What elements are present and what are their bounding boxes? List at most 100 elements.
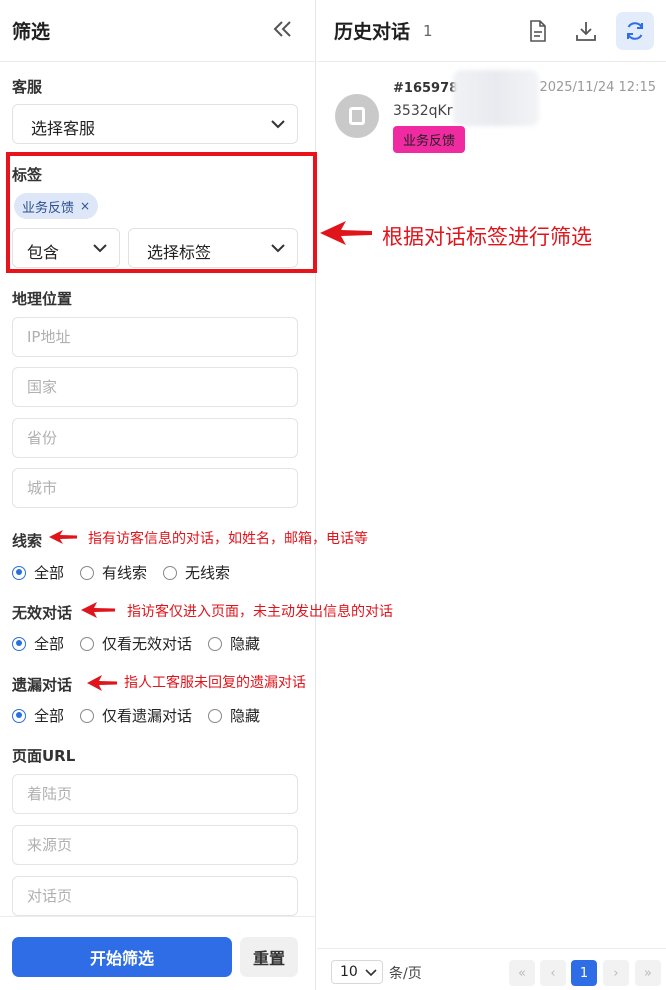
download-button[interactable] xyxy=(567,12,605,50)
filter-title: 筛选 xyxy=(12,21,51,43)
annotation-missed: 指人工客服未回复的遗漏对话 xyxy=(124,675,306,691)
export-document-button[interactable] xyxy=(519,12,557,50)
annotation-arrow-icon xyxy=(49,530,77,544)
missed-radio-all[interactable]: 全部 xyxy=(12,705,64,726)
invalid-radio-hide[interactable]: 隐藏 xyxy=(208,633,260,654)
annotation-leads: 指有访客信息的对话，如姓名，邮箱，电话等 xyxy=(88,531,368,547)
tag-select-value: 选择标签 xyxy=(147,243,212,262)
conversation-visitor: 3532qKr xyxy=(393,103,453,119)
city-input[interactable] xyxy=(12,468,298,508)
radio-label: 无线索 xyxy=(185,564,231,582)
conversation-item[interactable]: #165978 2025/11/24 12:15 3532qKr 业务反馈 xyxy=(317,66,666,166)
conversation-id: #165978 xyxy=(393,81,459,96)
landing-page-input[interactable] xyxy=(12,774,298,814)
radio-label: 隐藏 xyxy=(230,707,261,725)
missed-label: 遗漏对话 xyxy=(12,676,73,694)
invalid-label: 无效对话 xyxy=(12,604,73,622)
download-icon xyxy=(576,22,596,41)
leads-radio-all[interactable]: 全部 xyxy=(12,562,64,583)
tag-chip-label: 业务反馈 xyxy=(22,200,75,216)
history-header: 历史对话 1 xyxy=(317,0,666,62)
radio-label: 全部 xyxy=(34,707,65,725)
refresh-button[interactable] xyxy=(616,12,654,50)
agent-select-value: 选择客服 xyxy=(31,119,96,138)
missed-radio-hide[interactable]: 隐藏 xyxy=(208,705,260,726)
first-page-button[interactable]: « xyxy=(509,960,535,986)
per-page-label: 条/页 xyxy=(389,966,422,982)
history-count: 1 xyxy=(423,22,433,40)
filter-panel: 筛选 客服 选择客服 标签 业务反馈 × 包含 选择标签 地理位置 线索 全部 … xyxy=(0,0,317,990)
radio-unchecked-icon xyxy=(80,708,95,723)
tags-label: 标签 xyxy=(12,166,43,184)
agent-label: 客服 xyxy=(12,78,43,96)
radio-checked-icon xyxy=(12,636,26,651)
radio-unchecked-icon xyxy=(80,565,95,580)
radio-label: 全部 xyxy=(34,635,65,653)
leads-radio-group: 全部 有线索 无线索 xyxy=(12,562,246,583)
filter-header: 筛选 xyxy=(0,0,315,62)
leads-label: 线索 xyxy=(12,532,43,550)
last-page-button[interactable]: » xyxy=(635,960,661,986)
radio-label: 仅看无效对话 xyxy=(102,635,193,653)
annotation-arrow-icon xyxy=(87,675,117,691)
url-label: 页面URL xyxy=(12,747,76,765)
radio-unchecked-icon xyxy=(208,636,223,651)
conversation-tag: 业务反馈 xyxy=(393,126,466,153)
double-chevron-left-icon xyxy=(273,21,291,37)
invalid-radio-only[interactable]: 仅看无效对话 xyxy=(80,633,192,654)
radio-label: 全部 xyxy=(34,564,65,582)
annotation-invalid: 指访客仅进入页面，未主动发出信息的对话 xyxy=(127,604,393,620)
tag-mode-select[interactable]: 包含 xyxy=(12,228,120,268)
ip-input[interactable] xyxy=(12,317,298,357)
tag-chip-remove-icon[interactable]: × xyxy=(80,199,90,213)
radio-unchecked-icon xyxy=(80,636,95,651)
leads-radio-has[interactable]: 有线索 xyxy=(80,562,147,583)
missed-radio-group: 全部 仅看遗漏对话 隐藏 xyxy=(12,705,276,726)
tag-chip: 业务反馈 × xyxy=(14,193,99,219)
invalid-radio-all[interactable]: 全部 xyxy=(12,633,64,654)
radio-checked-icon xyxy=(12,708,26,723)
history-panel: 历史对话 1 #165978 2025/11/24 12:15 3532qKr … xyxy=(317,0,666,990)
reset-button[interactable]: 重置 xyxy=(240,937,298,977)
radio-unchecked-icon xyxy=(163,565,178,580)
radio-label: 有线索 xyxy=(102,564,148,582)
chevron-down-icon xyxy=(365,969,377,977)
chevron-down-icon xyxy=(93,244,107,253)
pagination: 10 条/页 « ‹ 1 › » xyxy=(317,948,666,990)
referrer-page-input[interactable] xyxy=(12,825,298,865)
invalid-radio-group: 全部 仅看无效对话 隐藏 xyxy=(12,633,276,654)
collapse-panel-button[interactable] xyxy=(270,16,296,42)
tag-select[interactable]: 选择标签 xyxy=(128,228,298,268)
avatar xyxy=(335,94,379,138)
radio-checked-icon xyxy=(12,565,26,580)
page-1-button[interactable]: 1 xyxy=(571,960,597,986)
agent-select[interactable]: 选择客服 xyxy=(12,104,298,144)
leads-radio-none[interactable]: 无线索 xyxy=(163,562,230,583)
prev-page-button[interactable]: ‹ xyxy=(540,960,566,986)
radio-label: 隐藏 xyxy=(230,635,261,653)
geo-label: 地理位置 xyxy=(12,290,73,308)
conversation-time: 2025/11/24 12:15 xyxy=(539,80,656,95)
apply-filter-button[interactable]: 开始筛选 xyxy=(12,937,232,977)
visitor-icon xyxy=(349,107,365,125)
radio-unchecked-icon xyxy=(208,708,223,723)
filter-footer: 开始筛选 重置 xyxy=(0,916,316,990)
page-size-value: 10 xyxy=(340,964,358,980)
chat-page-input[interactable] xyxy=(12,876,298,916)
history-title: 历史对话 xyxy=(334,21,411,43)
missed-radio-only[interactable]: 仅看遗漏对话 xyxy=(80,705,192,726)
refresh-icon xyxy=(627,22,643,40)
page-size-select[interactable]: 10 xyxy=(331,960,383,984)
country-input[interactable] xyxy=(12,367,298,407)
next-page-button[interactable]: › xyxy=(603,960,629,986)
chevron-down-icon xyxy=(271,244,285,253)
tag-mode-value: 包含 xyxy=(27,243,60,262)
redacted-area xyxy=(453,70,539,126)
annotation-arrow-icon xyxy=(81,602,115,618)
document-icon xyxy=(530,20,546,42)
chevron-down-icon xyxy=(271,120,285,129)
radio-label: 仅看遗漏对话 xyxy=(102,707,193,725)
province-input[interactable] xyxy=(12,418,298,458)
annotation-arrow-icon xyxy=(320,221,372,245)
annotation-tags: 根据对话标签进行筛选 xyxy=(382,225,592,249)
